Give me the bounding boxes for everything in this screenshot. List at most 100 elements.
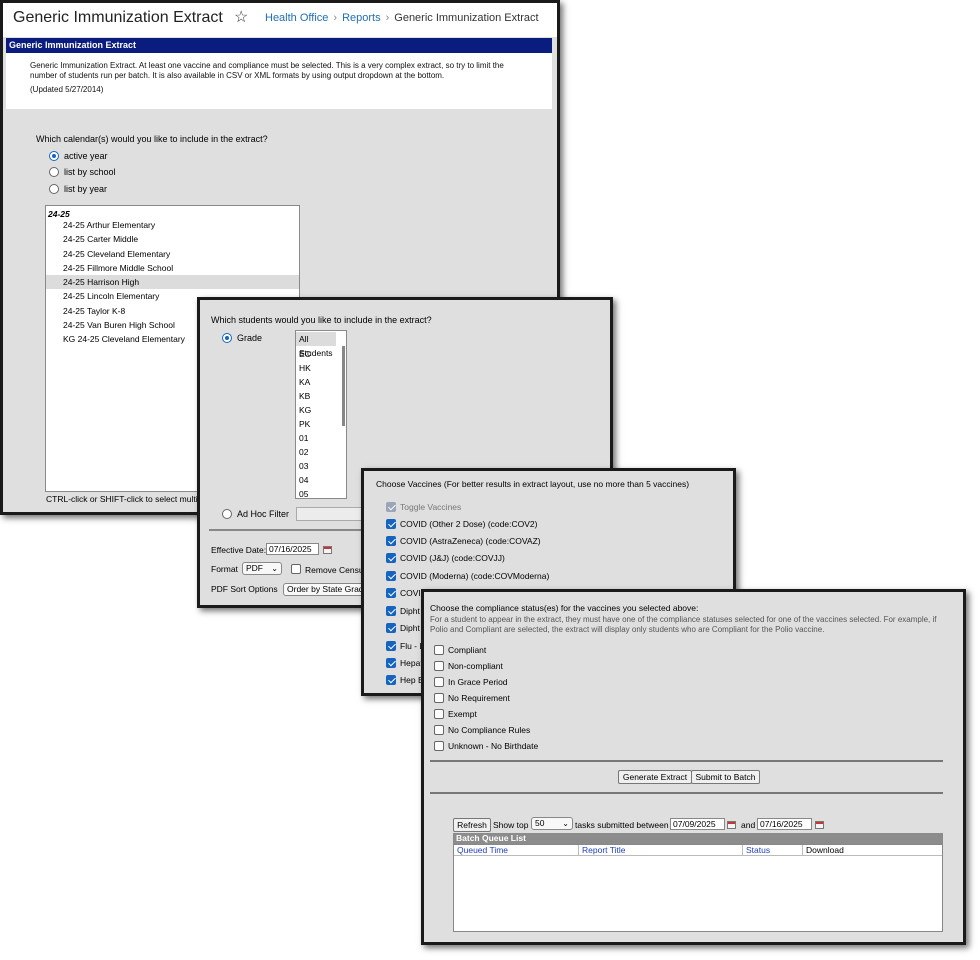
chevron-down-icon: ⌄ xyxy=(562,819,569,828)
vaccine-checkbox[interactable] xyxy=(386,675,396,685)
vaccine-checkbox[interactable] xyxy=(386,519,396,529)
vaccine-checkbox[interactable] xyxy=(386,623,396,633)
calendar-option[interactable]: 24-25 Fillmore Middle School xyxy=(46,261,299,275)
vaccine-label: COVID (AstraZeneca) (code:COVAZ) xyxy=(400,536,541,546)
breadcrumb: Health Office › Reports › Generic Immunizati… xyxy=(265,12,539,24)
grade-option[interactable]: KG xyxy=(296,403,336,417)
batch-end-date-field[interactable]: 07/16/2025 xyxy=(757,818,812,830)
sort-options-select[interactable]: Order by State Grad xyxy=(283,583,368,596)
multi-select-hint: CTRL-click or SHIFT-click to select mult… xyxy=(46,494,203,504)
grade-list-scrollbar[interactable] xyxy=(342,346,345,426)
radio-active-year[interactable]: active year xyxy=(49,149,108,163)
radio-label: list by school xyxy=(64,167,116,177)
toggle-vaccines-label: Toggle Vaccines xyxy=(400,502,462,512)
breadcrumb-reports[interactable]: Reports xyxy=(342,12,381,24)
compliance-checkbox[interactable] xyxy=(434,677,444,687)
grade-option[interactable]: 01 xyxy=(296,431,336,445)
grade-option[interactable]: PK xyxy=(296,417,336,431)
effective-date-field[interactable]: 07/16/2025 xyxy=(266,543,319,555)
radio-label: list by year xyxy=(64,184,108,194)
radio-button[interactable] xyxy=(49,167,59,177)
compliance-option[interactable]: Exempt xyxy=(434,707,477,721)
calendar-icon[interactable] xyxy=(815,821,824,829)
vaccine-option[interactable]: COVID (Other 2 Dose) (code:COV2) xyxy=(386,517,537,531)
compliance-checkbox[interactable] xyxy=(434,693,444,703)
compliance-checkbox[interactable] xyxy=(434,645,444,655)
calendar-option-selected[interactable]: 24-25 Harrison High xyxy=(46,275,299,289)
submit-to-batch-button[interactable]: Submit to Batch xyxy=(691,770,760,784)
star-icon[interactable]: ☆ xyxy=(234,7,248,27)
vaccine-checkbox[interactable] xyxy=(386,641,396,651)
compliance-option[interactable]: No Compliance Rules xyxy=(434,723,530,737)
remove-census-checkbox[interactable] xyxy=(291,564,301,574)
batch-start-date-field[interactable]: 07/09/2025 xyxy=(670,818,725,830)
compliance-label: No Compliance Rules xyxy=(448,725,531,735)
compliance-checkbox[interactable] xyxy=(434,725,444,735)
compliance-checkbox[interactable] xyxy=(434,661,444,671)
vaccine-option[interactable]: COVID (AstraZeneca) (code:COVAZ) xyxy=(386,534,541,548)
compliance-option[interactable]: In Grace Period xyxy=(434,675,508,689)
calendar-icon[interactable] xyxy=(323,546,332,554)
vaccine-option[interactable]: Dipht xyxy=(386,621,420,635)
compliance-option[interactable]: No Requirement xyxy=(434,691,510,705)
effective-date-label: Effective Date: xyxy=(211,545,267,555)
vaccine-option[interactable]: Flu - L xyxy=(386,639,424,653)
refresh-button[interactable]: Refresh xyxy=(453,818,491,832)
grade-option[interactable]: EC xyxy=(296,347,336,361)
vaccine-checkbox[interactable] xyxy=(386,571,396,581)
grade-listbox[interactable]: All Students EC HK KA KB KG PK 01 02 03 … xyxy=(295,330,347,499)
calendar-option[interactable]: 24-25 Carter Middle xyxy=(46,232,299,246)
format-select[interactable]: PDF ⌄ xyxy=(242,562,282,575)
format-label: Format xyxy=(211,564,238,574)
vaccine-option[interactable]: COVID (J&J) (code:COVJJ) xyxy=(386,551,505,565)
vaccine-option[interactable]: COVI xyxy=(386,586,421,600)
show-top-value: 50 xyxy=(535,818,545,828)
column-report-title[interactable]: Report Title xyxy=(579,845,743,856)
calendar-icon[interactable] xyxy=(727,821,736,829)
column-queued-time[interactable]: Queued Time xyxy=(454,845,579,856)
compliance-checkbox[interactable] xyxy=(434,741,444,751)
vaccine-option[interactable]: Hep E xyxy=(386,673,424,687)
grade-option-selected[interactable]: All Students xyxy=(296,332,336,358)
vaccine-label: Dipht xyxy=(400,623,420,633)
grade-option[interactable]: 02 xyxy=(296,445,336,459)
grade-option[interactable]: 04 xyxy=(296,473,336,487)
radio-button[interactable] xyxy=(222,333,232,343)
format-value: PDF xyxy=(246,563,263,573)
vaccine-checkbox[interactable] xyxy=(386,588,396,598)
vaccine-checkbox[interactable] xyxy=(386,658,396,668)
radio-button[interactable] xyxy=(49,151,59,161)
toggle-vaccines-row[interactable]: Toggle Vaccines xyxy=(386,500,461,514)
grade-option[interactable]: KB xyxy=(296,389,336,403)
calendar-option[interactable]: 24-25 Cleveland Elementary xyxy=(46,247,299,261)
radio-list-by-school[interactable]: list by school xyxy=(49,165,116,179)
vaccine-option[interactable]: Hepat xyxy=(386,656,423,670)
radio-button[interactable] xyxy=(49,184,59,194)
grade-option[interactable]: HK xyxy=(296,361,336,375)
radio-adhoc-filter[interactable]: Ad Hoc Filter xyxy=(222,507,289,521)
calendar-option[interactable]: 24-25 Arthur Elementary xyxy=(46,218,299,232)
compliance-label: In Grace Period xyxy=(448,677,508,687)
vaccine-option[interactable]: COVID (Moderna) (code:COVModerna) xyxy=(386,569,549,583)
batch-queue-table: Queued Time Report Title Status Download xyxy=(453,844,943,932)
compliance-option[interactable]: Compliant xyxy=(434,643,486,657)
compliance-option[interactable]: Non-compliant xyxy=(434,659,503,673)
radio-list-by-year[interactable]: list by year xyxy=(49,182,107,196)
vaccine-option[interactable]: Dipht xyxy=(386,604,420,618)
vaccine-checkbox[interactable] xyxy=(386,553,396,563)
grade-option[interactable]: 03 xyxy=(296,459,336,473)
generate-extract-button[interactable]: Generate Extract xyxy=(618,770,692,784)
vaccine-checkbox[interactable] xyxy=(386,536,396,546)
column-status[interactable]: Status xyxy=(743,845,803,856)
vaccine-checkbox[interactable] xyxy=(386,606,396,616)
radio-button[interactable] xyxy=(222,509,232,519)
grade-option[interactable]: KA xyxy=(296,375,336,389)
breadcrumb-health-office[interactable]: Health Office xyxy=(265,12,328,24)
radio-grade[interactable]: Grade xyxy=(222,331,262,345)
grade-option[interactable]: 05 xyxy=(296,487,336,501)
toggle-vaccines-checkbox[interactable] xyxy=(386,502,396,512)
compliance-option[interactable]: Unknown - No Birthdate xyxy=(434,739,538,753)
description-box: Generic Immunization Extract. At least o… xyxy=(6,53,552,109)
compliance-checkbox[interactable] xyxy=(434,709,444,719)
show-top-select[interactable]: 50 ⌄ xyxy=(531,817,573,830)
